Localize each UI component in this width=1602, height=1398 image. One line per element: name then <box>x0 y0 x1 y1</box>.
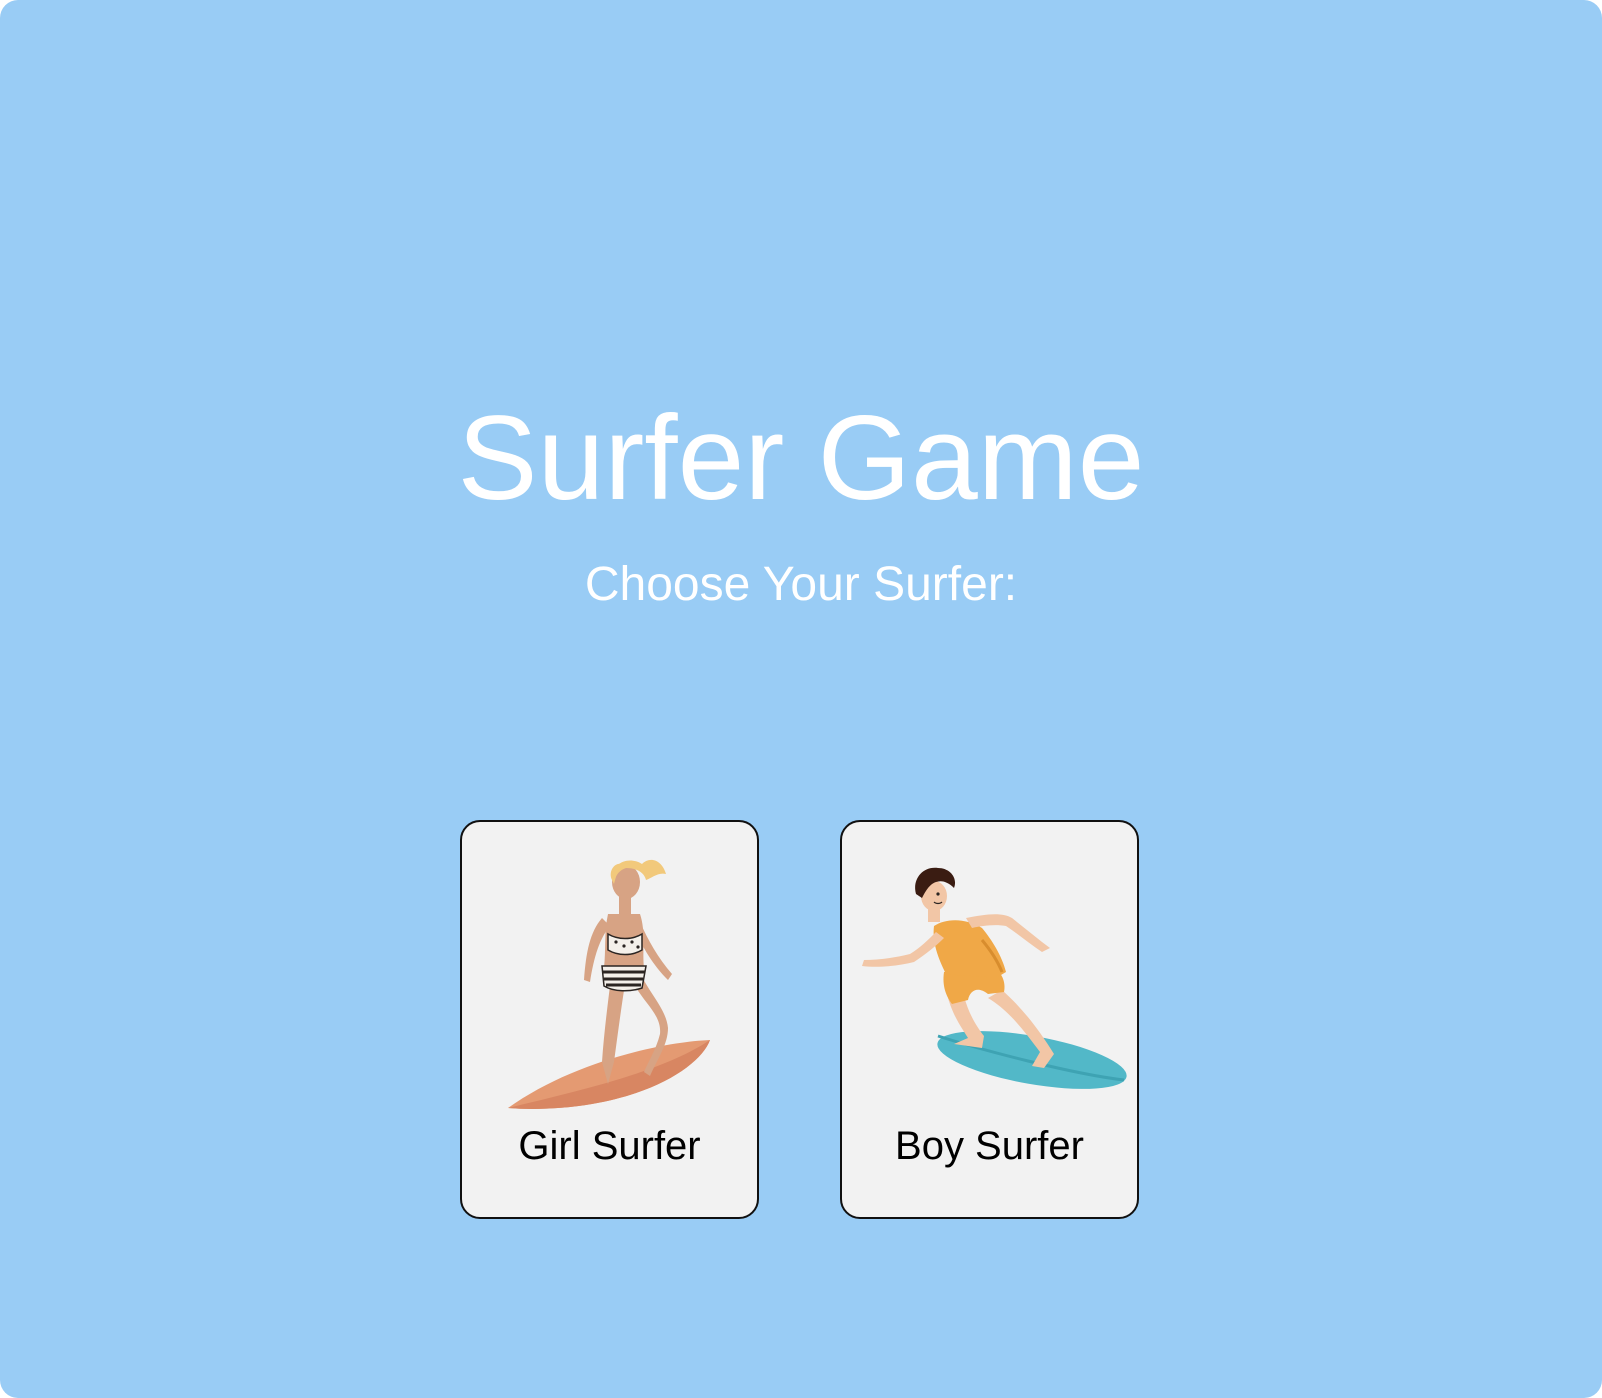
boy-surfer-icon <box>862 867 1127 1089</box>
game-screen: Surfer Game Choose Your Surfer: Girl Sur… <box>0 0 1602 1398</box>
game-title: Surfer Game <box>457 391 1145 525</box>
choose-surfer-prompt: Choose Your Surfer: <box>584 558 1018 611</box>
boy-surfer-card[interactable]: Boy Surfer <box>840 820 1139 1219</box>
girl-surfer-card[interactable]: Girl Surfer <box>460 820 759 1219</box>
boy-surfer-label: Boy Surfer <box>895 1124 1084 1168</box>
girl-surfer-icon <box>508 859 710 1109</box>
girl-surfer-label: Girl Surfer <box>518 1124 701 1168</box>
